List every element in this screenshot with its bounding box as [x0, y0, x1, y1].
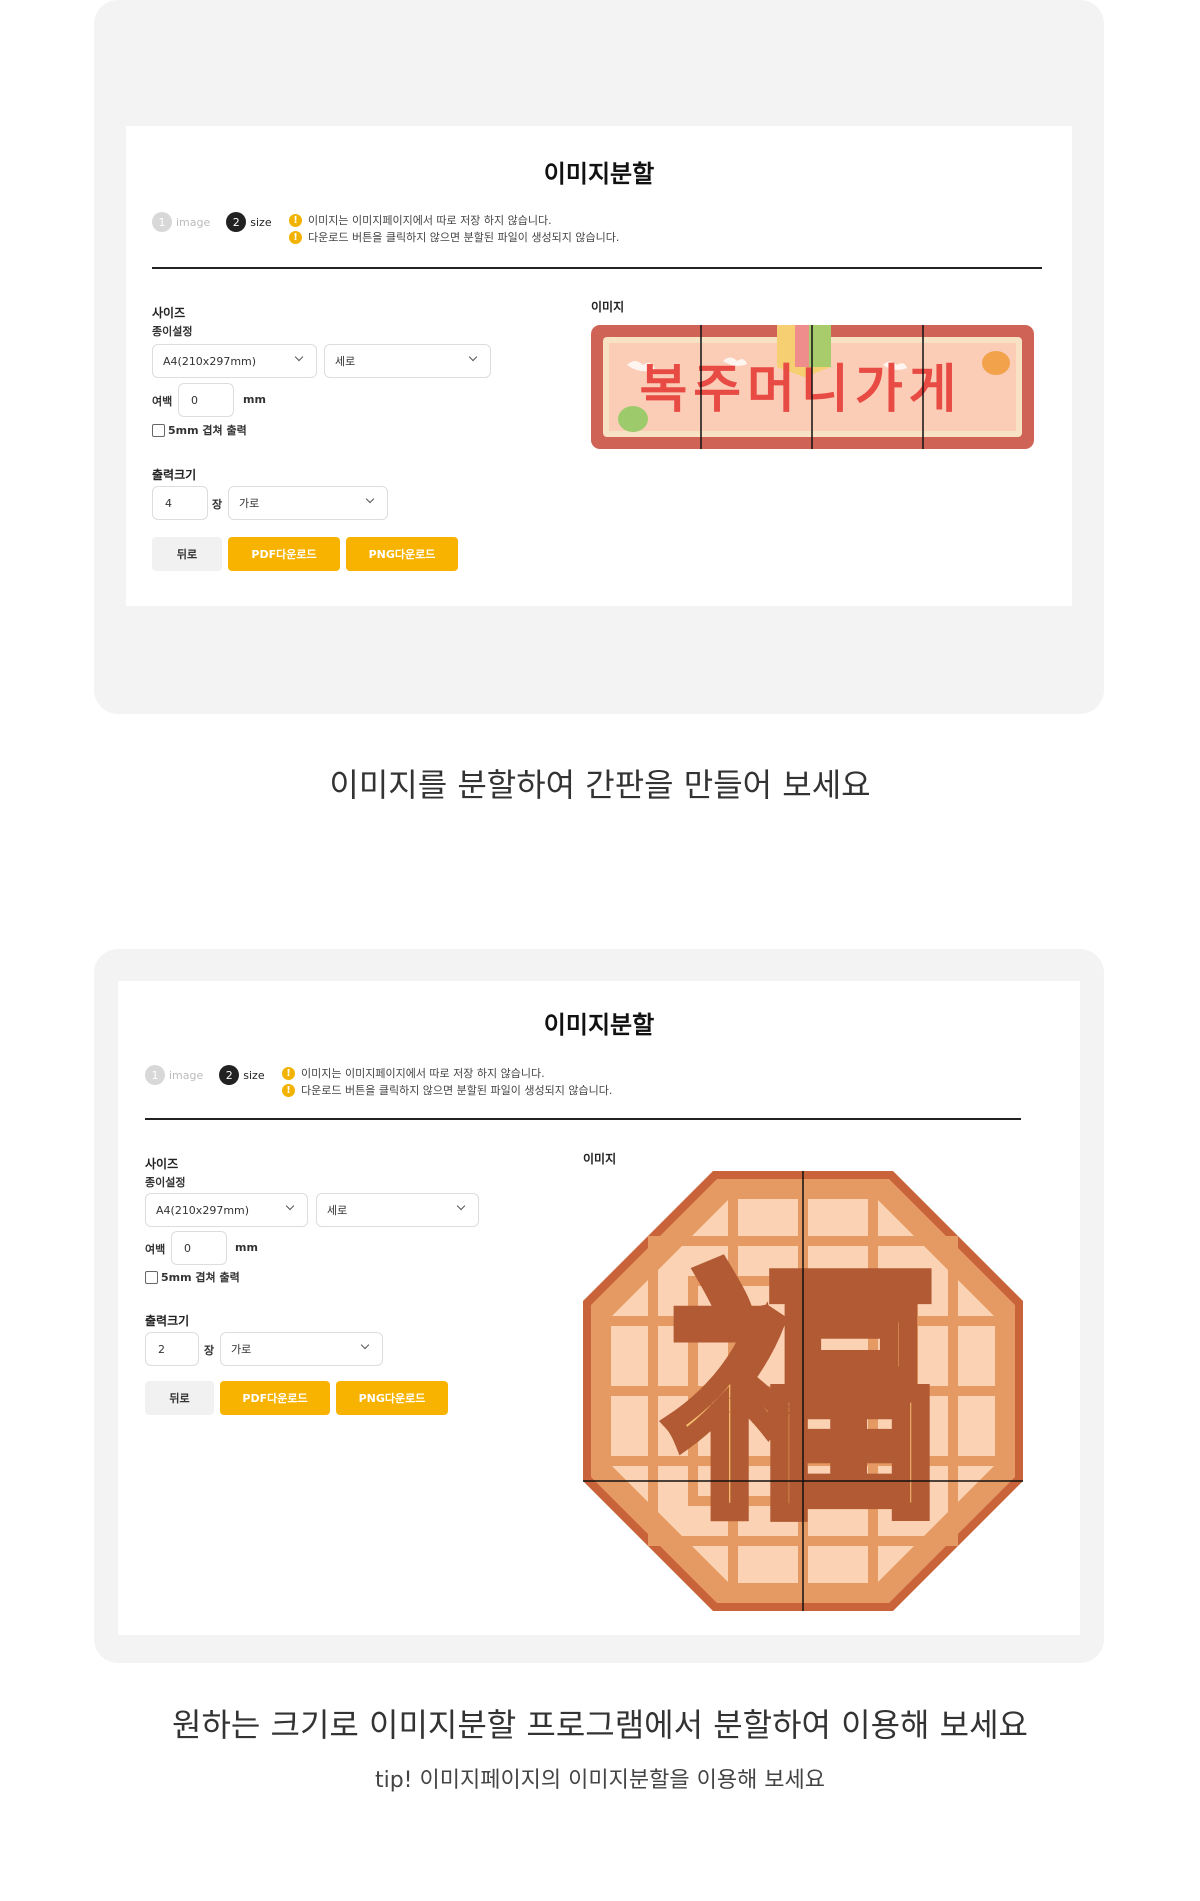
margin-unit: mm [235, 1241, 258, 1254]
direction-select[interactable]: 가로 [220, 1332, 383, 1366]
sheets-unit: 장 [204, 1344, 215, 1357]
pdf-download-button[interactable]: PDF다운로드 [220, 1381, 330, 1415]
back-button[interactable]: 뒤로 [145, 1381, 214, 1415]
image-split-card: 이미지분할 1 image 2 size ! 이미지는 이미지페이지에서 따로 저… [118, 981, 1080, 1635]
margin-label: 여백 [152, 395, 173, 408]
warning-icon: ! [282, 1067, 295, 1080]
step-size[interactable]: 2 size [226, 212, 272, 232]
chevron-down-icon [285, 1201, 295, 1211]
warning-icon: ! [282, 1084, 295, 1097]
chevron-down-icon [468, 352, 478, 362]
image-split-card: 이미지분할 1 image 2 size ! 이미지는 이미지페이지에서 따로 저… [126, 126, 1072, 606]
margin-input[interactable]: 0 [178, 383, 234, 417]
step-number: 2 [226, 212, 247, 232]
divider [152, 267, 1042, 269]
step-number: 1 [152, 212, 172, 232]
notice-item: ! 이미지는 이미지페이지에서 따로 저장 하지 않습니다. [289, 212, 619, 229]
margin-label: 여백 [145, 1243, 166, 1256]
overlap-checkbox[interactable] [152, 423, 165, 437]
signboard-preview: 복주머니가게 [591, 325, 1034, 449]
step-size[interactable]: 2 size [219, 1065, 265, 1085]
sheets-input[interactable]: 2 [145, 1332, 199, 1366]
size-label: 사이즈 [145, 1157, 179, 1171]
card-title: 이미지분할 [543, 160, 655, 188]
notice-item: ! 다운로드 버튼을 클릭하지 않으면 분할된 파일이 생성되지 않습니다. [282, 1082, 612, 1099]
paper-select[interactable]: A4(210x297mm) [145, 1193, 308, 1227]
divider [145, 1118, 1021, 1120]
paper-label: 종이설정 [152, 325, 193, 338]
caption-first: 이미지를 분할하여 간판을 만들어 보세요 [329, 766, 871, 804]
caption-tip: tip! 이미지페이지의 이미지분할을 이용해 보세요 [374, 1768, 826, 1793]
overlap-option[interactable]: 5mm 겹쳐 출력 [145, 1269, 240, 1285]
orientation-select[interactable]: 세로 [324, 344, 491, 378]
direction-select[interactable]: 가로 [228, 486, 388, 520]
png-download-button[interactable]: PNG다운로드 [336, 1381, 448, 1415]
chevron-down-icon [456, 1201, 466, 1211]
step-image[interactable]: 1 image [145, 1065, 203, 1085]
chevron-down-icon [365, 494, 375, 504]
step-label: image [176, 215, 211, 229]
margin-unit: mm [243, 393, 266, 406]
step-label: image [169, 1068, 204, 1082]
back-button[interactable]: 뒤로 [152, 537, 222, 571]
overlap-checkbox[interactable] [145, 1270, 158, 1284]
margin-input[interactable]: 0 [171, 1231, 227, 1265]
step-image[interactable]: 1 image [152, 212, 210, 232]
step-label: size [250, 215, 272, 229]
size-label: 사이즈 [152, 306, 186, 320]
card-title: 이미지분할 [543, 1011, 655, 1039]
sign-text: 복주머니가게 [639, 360, 962, 420]
notice-list: ! 이미지는 이미지페이지에서 따로 저장 하지 않습니다. ! 다운로드 버튼을 … [282, 1065, 612, 1099]
notice-item: ! 이미지는 이미지페이지에서 따로 저장 하지 않습니다. [282, 1065, 612, 1082]
step-number: 1 [145, 1065, 165, 1085]
step-label: size [243, 1068, 265, 1082]
fortune-character: 福 [664, 1237, 938, 1555]
pdf-download-button[interactable]: PDF다운로드 [228, 537, 340, 571]
png-download-button[interactable]: PNG다운로드 [346, 537, 458, 571]
step-indicator: 1 image 2 size [152, 212, 288, 232]
chevron-down-icon [294, 352, 304, 362]
warning-icon: ! [289, 214, 302, 227]
notice-list: ! 이미지는 이미지페이지에서 따로 저장 하지 않습니다. ! 다운로드 버튼을 … [289, 212, 619, 246]
fortune-octagon-preview: 福 [583, 1171, 1023, 1611]
paper-label: 종이설정 [145, 1176, 186, 1189]
overlap-option[interactable]: 5mm 겹쳐 출력 [152, 422, 247, 438]
chevron-down-icon [360, 1340, 370, 1350]
sheets-input[interactable]: 4 [152, 486, 208, 520]
output-size-label: 출력크기 [152, 468, 197, 482]
image-label: 이미지 [591, 300, 625, 314]
step-indicator: 1 image 2 size [145, 1065, 281, 1085]
paper-select[interactable]: A4(210x297mm) [152, 344, 317, 378]
output-size-label: 출력크기 [145, 1314, 190, 1328]
example-panel-2: 이미지분할 1 image 2 size ! 이미지는 이미지페이지에서 따로 저… [94, 949, 1104, 1663]
sheets-unit: 장 [212, 498, 223, 511]
step-number: 2 [219, 1065, 240, 1085]
image-label: 이미지 [583, 1152, 617, 1166]
notice-item: ! 다운로드 버튼을 클릭하지 않으면 분할된 파일이 생성되지 않습니다. [289, 229, 619, 246]
caption-second: 원하는 크기로 이미지분할 프로그램에서 분할하여 이용해 보세요 [172, 1706, 1028, 1744]
example-panel-1: 이미지분할 1 image 2 size ! 이미지는 이미지페이지에서 따로 저… [94, 0, 1104, 714]
warning-icon: ! [289, 231, 302, 244]
orientation-select[interactable]: 세로 [316, 1193, 479, 1227]
pouch-icon [982, 351, 1010, 375]
